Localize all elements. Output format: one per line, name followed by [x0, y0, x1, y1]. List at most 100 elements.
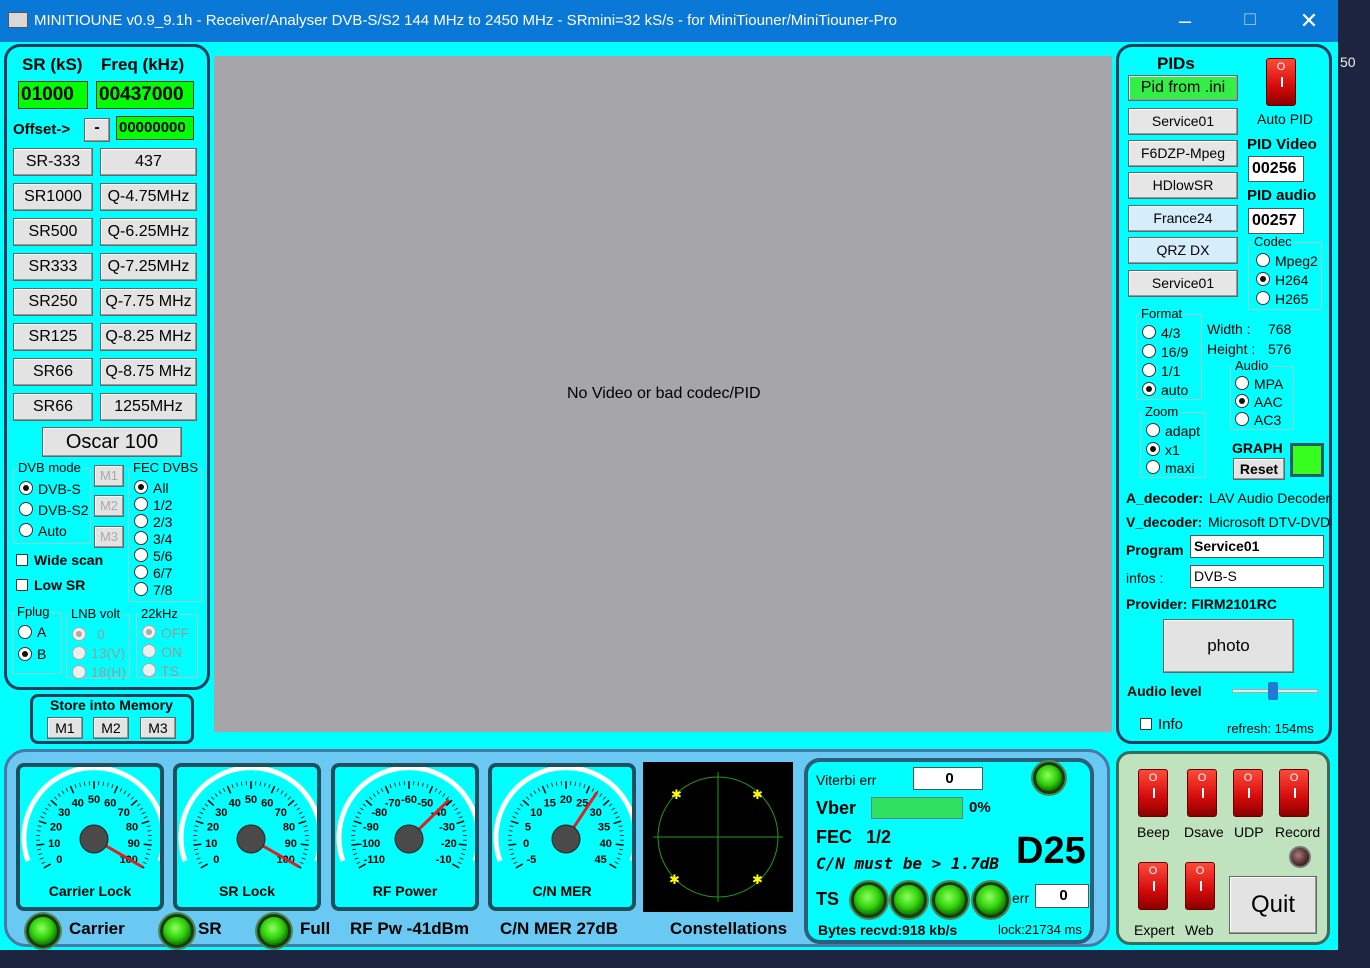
offset-input[interactable]: 00000000 [116, 116, 194, 140]
expert-toggle[interactable] [1138, 862, 1168, 910]
gauge-tick [270, 785, 276, 794]
fec-radio[interactable] [134, 480, 148, 494]
service-button[interactable]: France24 [1128, 205, 1238, 232]
sr-preset-button[interactable]: SR66 [13, 358, 93, 386]
graph-toggle[interactable] [1290, 443, 1324, 477]
fplug-b-radio[interactable] [18, 647, 32, 661]
store-m2-button[interactable]: M2 [93, 717, 129, 739]
sr-preset-button[interactable]: SR500 [13, 218, 93, 246]
zoom-maxi-radio[interactable] [1146, 460, 1160, 474]
close-icon[interactable]: ✕ [1294, 8, 1324, 34]
audio-ac3-radio[interactable] [1235, 412, 1249, 426]
sr-preset-button[interactable]: SR66 [13, 393, 93, 421]
khz-off-radio[interactable] [142, 625, 156, 639]
sr-preset-button[interactable]: SR1000 [13, 183, 93, 211]
audio-aac-radio[interactable] [1235, 394, 1249, 408]
minimize-icon[interactable]: – [1170, 8, 1200, 34]
service-button[interactable]: F6DZP-Mpeg [1128, 140, 1238, 167]
khz-on-radio[interactable] [142, 644, 156, 658]
freq-preset-button[interactable]: Q-8.25 MHz [100, 323, 197, 351]
memory-m2-button[interactable]: M2 [94, 495, 124, 517]
service-button[interactable]: Service01 [1128, 270, 1238, 297]
wide-scan-checkbox[interactable] [16, 554, 28, 566]
reset-button[interactable]: Reset [1233, 458, 1285, 480]
oscar-100-button[interactable]: Oscar 100 [42, 427, 182, 457]
fplug-a-radio[interactable] [18, 625, 32, 639]
codec-h264-radio[interactable] [1256, 272, 1270, 286]
gauge-tick [211, 796, 215, 800]
fec-radio[interactable] [134, 514, 148, 528]
dvb-auto-radio[interactable] [19, 523, 33, 537]
auto-pid-toggle[interactable] [1266, 58, 1296, 106]
dvb-s-radio[interactable] [19, 481, 33, 495]
lnb-0-radio[interactable] [72, 627, 86, 641]
store-m3-button[interactable]: M3 [140, 717, 176, 739]
video-area[interactable]: No Video or bad codec/PID [214, 56, 1112, 732]
fec-radio[interactable] [134, 548, 148, 562]
low-sr-checkbox[interactable] [16, 579, 28, 591]
sr-preset-button[interactable]: SR250 [13, 288, 93, 316]
freq-preset-button[interactable]: Q-7.75 MHz [100, 288, 197, 316]
pid-from-ini-button[interactable]: Pid from .ini [1128, 75, 1238, 101]
offset-sign-button[interactable]: - [84, 118, 110, 142]
audio-level-slider[interactable] [1268, 682, 1278, 700]
fec-radio[interactable] [134, 531, 148, 545]
gauge-tick [123, 790, 127, 795]
gauge-tick [218, 790, 222, 795]
sr-preset-button[interactable]: SR333 [13, 253, 93, 281]
gauge-tick [456, 820, 465, 825]
gauge-tick [461, 825, 466, 828]
codec-h265-radio[interactable] [1256, 291, 1270, 305]
freq-preset-button[interactable]: 1255MHz [100, 393, 197, 421]
service-button[interactable]: QRZ DX [1128, 237, 1238, 264]
audio-mpa-radio[interactable] [1235, 376, 1249, 390]
gauge-tick [351, 830, 356, 832]
fplug-label: Fplug [15, 604, 52, 619]
fec-radio[interactable] [134, 565, 148, 579]
gauge-tick [38, 853, 43, 855]
sr-input[interactable]: 01000 [18, 81, 88, 109]
freq-preset-button[interactable]: Q-7.25MHz [100, 253, 197, 281]
freq-preset-button[interactable]: Q-4.75MHz [100, 183, 197, 211]
infos-field[interactable]: DVB-S [1190, 565, 1324, 588]
fec-radio[interactable] [134, 497, 148, 511]
gauge-tick [200, 863, 209, 869]
pid-video-input[interactable]: 00256 [1248, 156, 1304, 182]
photo-button[interactable]: photo [1163, 619, 1294, 673]
format-16-9-radio[interactable] [1142, 344, 1156, 358]
codec-mpeg2-radio[interactable] [1256, 253, 1270, 267]
format-auto-radio[interactable] [1142, 382, 1156, 396]
store-m1-button[interactable]: M1 [47, 717, 83, 739]
pid-audio-input[interactable]: 00257 [1248, 208, 1304, 234]
freq-input[interactable]: 00437000 [96, 81, 194, 109]
freq-preset-button[interactable]: 437 [100, 148, 197, 176]
service-button[interactable]: Service01 [1128, 108, 1238, 135]
freq-preset-button[interactable]: Q-8.75 MHz [100, 358, 197, 386]
dsave-toggle[interactable] [1187, 769, 1217, 817]
zoom-x1-radio[interactable] [1146, 442, 1160, 456]
memory-m3-button[interactable]: M3 [94, 526, 124, 548]
lnb-13v-radio[interactable] [72, 646, 86, 660]
web-toggle[interactable] [1185, 862, 1215, 910]
sr-preset-button[interactable]: SR-333 [13, 148, 93, 176]
info-checkbox[interactable] [1140, 718, 1152, 730]
sr-preset-button[interactable]: SR125 [13, 323, 93, 351]
quit-button[interactable]: Quit [1229, 876, 1317, 934]
memory-m1-button[interactable]: M1 [94, 465, 124, 487]
format-4-3-radio[interactable] [1142, 325, 1156, 339]
udp-toggle[interactable] [1233, 769, 1263, 817]
service-button[interactable]: HDlowSR [1128, 172, 1238, 199]
program-field[interactable]: Service01 [1190, 535, 1324, 558]
record-toggle[interactable] [1279, 769, 1309, 817]
zoom-adapt-radio[interactable] [1146, 423, 1160, 437]
beep-toggle[interactable] [1138, 769, 1168, 817]
a-decoder-value: LAV Audio Decoder [1209, 490, 1331, 506]
maximize-icon[interactable]: ☐ [1235, 8, 1265, 34]
format-1-1-radio[interactable] [1142, 363, 1156, 377]
freq-preset-button[interactable]: Q-6.25MHz [100, 218, 197, 246]
lnb-18h-radio[interactable] [72, 665, 86, 679]
dvb-s2-radio[interactable] [19, 502, 33, 516]
gauge: -110 -100 -90 -80 -70 -60 -50 -40 -30 -20 -10 RF Po… [331, 763, 479, 911]
fec-radio[interactable] [134, 582, 148, 596]
khz-ts-radio[interactable] [142, 663, 156, 677]
